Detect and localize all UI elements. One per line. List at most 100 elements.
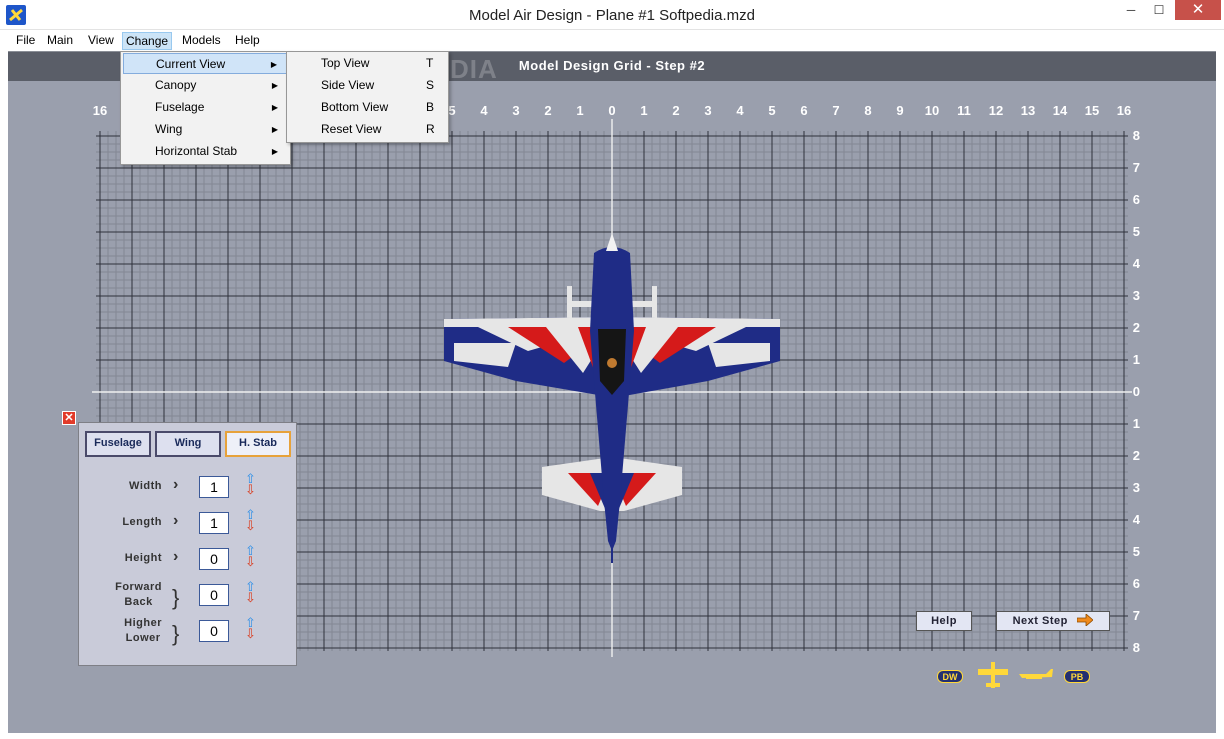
grid-top-label: 4 [736, 103, 744, 118]
menu-models[interactable]: Models [179, 32, 224, 50]
grid-top-label: 12 [989, 103, 1003, 118]
menu-item-fuselage[interactable]: Fuselage ▶ [123, 97, 288, 118]
tab-h-stab[interactable]: H. Stab [225, 431, 291, 457]
menu-item-canopy[interactable]: Canopy ▶ [123, 75, 288, 96]
dw-badge[interactable]: DW [937, 670, 963, 683]
grid-top-label: 1 [640, 103, 647, 118]
minimize-button[interactable]: ─ [1116, 0, 1146, 20]
close-button[interactable]: ✕ [1175, 0, 1221, 20]
submenu-arrow-icon: ▶ [271, 103, 278, 112]
plane-top-view-icon[interactable] [976, 660, 1010, 690]
height-row: Height › 0 ⇧ ⇩ [79, 544, 298, 577]
grid-top-label: 2 [672, 103, 679, 118]
length-field[interactable]: 1 [199, 512, 229, 534]
arrow-right-icon [1077, 614, 1094, 627]
tab-fuselage[interactable]: Fuselage [85, 431, 151, 457]
width-label: Width [129, 480, 162, 492]
forward-back-label: Forward Back [115, 581, 162, 608]
tab-wing[interactable]: Wing [155, 431, 221, 457]
width-row: Width › 1 ⇧ ⇩ [79, 472, 298, 505]
grid-right-label: 7 [1133, 160, 1140, 175]
menu-item-current-view[interactable]: Current View ▶ [123, 53, 288, 74]
grid-right-label: 4 [1133, 256, 1141, 271]
maximize-button[interactable]: ☐ [1146, 0, 1172, 20]
grid-right-label: 8 [1133, 640, 1140, 655]
chevron-right-icon: › [173, 548, 179, 565]
higher-lower-field[interactable]: 0 [199, 620, 229, 642]
window-title: Model Air Design - Plane #1 Softpedia.mz… [469, 7, 755, 24]
plane-side-view-icon[interactable] [1018, 668, 1054, 684]
pb-badge[interactable]: PB [1064, 670, 1090, 683]
menu-item-reset-view[interactable]: Reset View R [289, 119, 446, 140]
dimension-panel: Fuselage Wing H. Stab Width › 1 ⇧ ⇩ Leng… [78, 422, 297, 666]
grid-top-label: 6 [800, 103, 807, 118]
grid-right-label: 2 [1133, 320, 1140, 335]
grid-top-label: 2 [544, 103, 551, 118]
grid-top-label: 16 [93, 103, 107, 118]
submenu-arrow-icon: ▶ [271, 147, 278, 156]
grid-right-label: 5 [1133, 224, 1140, 239]
menu-view[interactable]: View [85, 32, 117, 50]
brace-icon: } [172, 585, 180, 610]
menu-bar: File Main View Change Models Help [0, 30, 1224, 51]
menu-change[interactable]: Change [122, 32, 173, 50]
grid-top-label: 15 [1085, 103, 1099, 118]
grid-right-label: 2 [1133, 448, 1140, 463]
grid-top-label: 11 [957, 103, 971, 118]
next-step-button[interactable]: Next Step [996, 611, 1110, 631]
current-view-submenu: Top View T Side View S Bottom View B Reset … [286, 51, 449, 143]
grid-top-label: 13 [1021, 103, 1035, 118]
menu-help[interactable]: Help [232, 32, 263, 50]
grid-top-label: 5 [768, 103, 775, 118]
title-bar: Model Air Design - Plane #1 Softpedia.mz… [0, 0, 1224, 30]
grid-right-label: 8 [1133, 128, 1140, 143]
menu-item-wing[interactable]: Wing ▶ [123, 119, 288, 140]
chevron-right-icon: › [173, 476, 179, 493]
propeller-spinner [606, 233, 618, 251]
decrease-width-arrow-icon[interactable]: ⇩ [245, 483, 256, 496]
grid-top-label: 16 [1117, 103, 1131, 118]
grid-right-label: 4 [1133, 512, 1141, 527]
height-field[interactable]: 0 [199, 548, 229, 570]
grid-right-label: 3 [1133, 480, 1140, 495]
submenu-arrow-icon: ▶ [270, 60, 277, 69]
panel-close-button[interactable]: ✕ [62, 411, 76, 425]
grid-right-label: 6 [1133, 576, 1140, 591]
higher-lower-label: Higher Lower [124, 617, 162, 644]
grid-right-label: 0 [1133, 384, 1140, 399]
length-row: Length › 1 ⇧ ⇩ [79, 508, 298, 541]
grid-top-label: 4 [480, 103, 488, 118]
submenu-arrow-icon: ▶ [271, 125, 278, 134]
length-label: Length [122, 516, 162, 528]
menu-item-bottom-view[interactable]: Bottom View B [289, 97, 446, 118]
grid-top-label: 7 [832, 103, 839, 118]
decrease-length-arrow-icon[interactable]: ⇩ [245, 519, 256, 532]
menu-file[interactable]: File [13, 32, 38, 50]
grid-top-label: 1 [576, 103, 583, 118]
grid-top-label: 14 [1053, 103, 1068, 118]
higher-lower-row: Higher Lower } 0 ⇧ ⇩ [79, 616, 298, 649]
menu-item-horizontal-stab[interactable]: Horizontal Stab ▶ [123, 141, 288, 162]
help-button[interactable]: Help [916, 611, 972, 631]
grid-right-label: 6 [1133, 192, 1140, 207]
menu-item-side-view[interactable]: Side View S [289, 75, 446, 96]
grid-right-label: 7 [1133, 608, 1140, 623]
decrease-height-arrow-icon[interactable]: ⇩ [245, 555, 256, 568]
grid-right-label: 1 [1133, 416, 1140, 431]
height-label: Height [124, 552, 162, 564]
menu-main[interactable]: Main [44, 32, 76, 50]
grid-top-label: 5 [448, 103, 455, 118]
move-back-arrow-icon[interactable]: ⇩ [245, 591, 256, 604]
menu-item-top-view[interactable]: Top View T [289, 53, 446, 74]
grid-top-label: 8 [864, 103, 871, 118]
forward-back-field[interactable]: 0 [199, 584, 229, 606]
grid-top-label: 0 [608, 103, 615, 118]
change-menu-dropdown: Current View ▶ Canopy ▶ Fuselage ▶ Wing ▶ Ho… [120, 51, 291, 165]
move-lower-arrow-icon[interactable]: ⇩ [245, 627, 256, 640]
width-field[interactable]: 1 [199, 476, 229, 498]
grid-right-label: 5 [1133, 544, 1140, 559]
submenu-arrow-icon: ▶ [271, 81, 278, 90]
grid-top-label: 10 [925, 103, 939, 118]
grid-right-label: 1 [1133, 352, 1140, 367]
grid-top-label: 3 [704, 103, 711, 118]
